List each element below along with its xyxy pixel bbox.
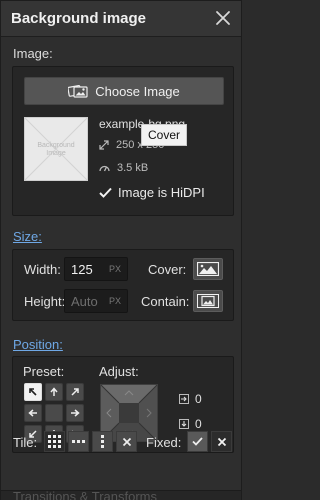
close-button[interactable] bbox=[214, 9, 232, 27]
hidpi-checkbox[interactable]: Image is HiDPI bbox=[99, 185, 205, 200]
tile-horizontal-button[interactable] bbox=[68, 431, 89, 452]
width-input[interactable]: 125 PX bbox=[64, 257, 128, 281]
offset-x-value: 0 bbox=[195, 392, 202, 406]
offset-y-icon bbox=[179, 419, 189, 429]
width-label: Width: bbox=[24, 262, 61, 277]
background-image-panel: Background image Image: Choose Image Bac… bbox=[0, 0, 242, 500]
height-placeholder: Auto bbox=[71, 294, 98, 309]
arrow-up-left-icon bbox=[29, 388, 37, 396]
close-icon bbox=[216, 11, 230, 25]
cover-label: Cover: bbox=[148, 262, 187, 277]
check-icon bbox=[192, 437, 203, 446]
horizontal-dots-icon bbox=[72, 440, 85, 443]
arrow-left-icon bbox=[28, 409, 37, 417]
choose-image-label: Choose Image bbox=[95, 83, 180, 99]
panel-title: Background image bbox=[11, 10, 147, 27]
image-filesize-text: 3.5 kB bbox=[117, 162, 149, 174]
height-input[interactable]: Auto PX bbox=[64, 289, 128, 313]
fixed-on-button[interactable] bbox=[187, 431, 208, 452]
adjust-label: Adjust: bbox=[99, 364, 139, 379]
image-section: Choose Image Background Image example-bg… bbox=[12, 66, 234, 216]
preset-top[interactable] bbox=[45, 383, 63, 401]
preset-center[interactable] bbox=[45, 404, 63, 422]
arrow-up-icon bbox=[50, 387, 58, 396]
resize-icon bbox=[99, 140, 109, 150]
next-section-header[interactable]: Transitions & Transforms bbox=[1, 490, 241, 500]
vertical-dots-icon bbox=[101, 435, 104, 448]
contain-button[interactable] bbox=[193, 290, 223, 312]
x-icon bbox=[217, 437, 226, 446]
image-section-label: Image: bbox=[13, 46, 53, 61]
preset-top-right[interactable] bbox=[66, 383, 84, 401]
preset-right[interactable] bbox=[66, 404, 84, 422]
tooltip: Cover bbox=[141, 124, 188, 146]
size-section: Width: 125 PX Cover: Height: Auto PX Con… bbox=[12, 249, 234, 321]
size-section-label[interactable]: Size: bbox=[13, 229, 42, 244]
preset-label: Preset: bbox=[23, 364, 65, 379]
width-value: 125 bbox=[71, 262, 93, 277]
panel-titlebar: Background image bbox=[1, 1, 241, 37]
contain-label: Contain: bbox=[141, 294, 190, 309]
tile-label: Tile: bbox=[13, 435, 38, 450]
thumbnail-placeholder-text: Background Image bbox=[37, 142, 75, 157]
no-tile-button[interactable] bbox=[116, 431, 137, 452]
next-section-label: Transitions & Transforms bbox=[13, 490, 158, 500]
tile-vertical-button[interactable] bbox=[92, 431, 113, 452]
tile-both-button[interactable] bbox=[44, 431, 65, 452]
cover-button[interactable] bbox=[193, 258, 223, 280]
height-label: Height: bbox=[24, 294, 66, 309]
grid-icon bbox=[48, 435, 61, 448]
images-icon bbox=[68, 84, 88, 98]
x-icon bbox=[122, 437, 131, 446]
image-filesize: 3.5 kB bbox=[99, 162, 148, 174]
height-unit: PX bbox=[108, 296, 121, 306]
image-thumbnail: Background Image bbox=[24, 117, 88, 181]
cover-image-icon bbox=[197, 262, 219, 276]
fixed-label: Fixed: bbox=[146, 435, 182, 450]
width-unit: PX bbox=[108, 264, 121, 274]
hidpi-label: Image is HiDPI bbox=[118, 185, 205, 200]
choose-image-button[interactable]: Choose Image bbox=[24, 77, 224, 105]
offset-y-value: 0 bbox=[195, 417, 202, 431]
preset-top-left[interactable] bbox=[24, 383, 42, 401]
contain-image-icon bbox=[197, 294, 219, 308]
arrow-right-icon bbox=[71, 409, 80, 417]
position-section-label[interactable]: Position: bbox=[13, 337, 63, 352]
arrow-up-right-icon bbox=[71, 388, 79, 396]
preset-left[interactable] bbox=[24, 404, 42, 422]
offset-x-field[interactable]: 0 bbox=[179, 392, 202, 406]
checkmark-icon bbox=[99, 187, 112, 198]
gauge-icon bbox=[99, 165, 110, 172]
fixed-off-button[interactable] bbox=[211, 431, 232, 452]
offset-y-field[interactable]: 0 bbox=[179, 417, 202, 431]
offset-x-icon bbox=[179, 394, 189, 404]
